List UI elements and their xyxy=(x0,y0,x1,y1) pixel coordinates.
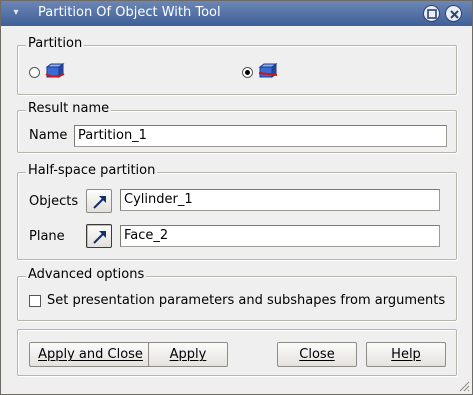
advanced-options-group: Advanced options Set presentation parame… xyxy=(17,267,457,321)
result-name-group: Result name Name Partition_1 xyxy=(17,101,457,153)
result-name-legend: Result name xyxy=(26,101,112,116)
button-bar: Apply and Close Apply Close Help xyxy=(17,329,457,376)
apply-and-close-button[interactable]: Apply and Close xyxy=(29,342,152,367)
radio-partition-object[interactable] xyxy=(29,67,40,78)
arrow-select-icon xyxy=(93,231,106,244)
resize-grip-icon[interactable] xyxy=(458,380,470,392)
objects-label: Objects xyxy=(29,194,79,209)
plane-field[interactable]: Face_2 xyxy=(120,225,440,247)
dialog-window: ▾ Partition Of Object With Tool Partitio… xyxy=(0,0,473,395)
partition-group: Partition xyxy=(17,36,457,95)
halfspace-legend: Half-space partition xyxy=(26,163,158,178)
apply-button[interactable]: Apply xyxy=(148,342,228,367)
help-button[interactable]: Help xyxy=(366,342,446,367)
halfspace-partition-group: Half-space partition Objects Cylinder_1 … xyxy=(17,163,457,260)
objects-field[interactable]: Cylinder_1 xyxy=(120,189,440,211)
presentation-params-label[interactable]: Set presentation parameters and subshape… xyxy=(47,293,445,308)
name-label: Name xyxy=(29,128,68,143)
close-icon[interactable] xyxy=(445,5,462,22)
close-button[interactable]: Close xyxy=(277,342,357,367)
arrow-select-icon xyxy=(93,196,106,209)
presentation-params-checkbox[interactable] xyxy=(29,295,41,307)
advanced-legend: Advanced options xyxy=(26,267,147,282)
window-menu-icon[interactable]: ▾ xyxy=(10,7,22,19)
minimize-icon[interactable] xyxy=(423,5,440,22)
plane-label: Plane xyxy=(29,229,65,244)
title-bar[interactable]: ▾ Partition Of Object With Tool xyxy=(1,1,472,26)
window-title: Partition Of Object With Tool xyxy=(38,5,221,20)
partition-legend: Partition xyxy=(26,36,85,51)
partition-object-icon[interactable] xyxy=(45,63,65,80)
plane-select-button[interactable] xyxy=(86,224,112,248)
objects-select-button[interactable] xyxy=(86,189,112,213)
partition-halfspace-icon[interactable] xyxy=(258,63,278,80)
name-field[interactable]: Partition_1 xyxy=(74,125,447,147)
radio-partition-halfspace[interactable] xyxy=(242,67,253,78)
radio-selected-dot xyxy=(245,70,250,75)
